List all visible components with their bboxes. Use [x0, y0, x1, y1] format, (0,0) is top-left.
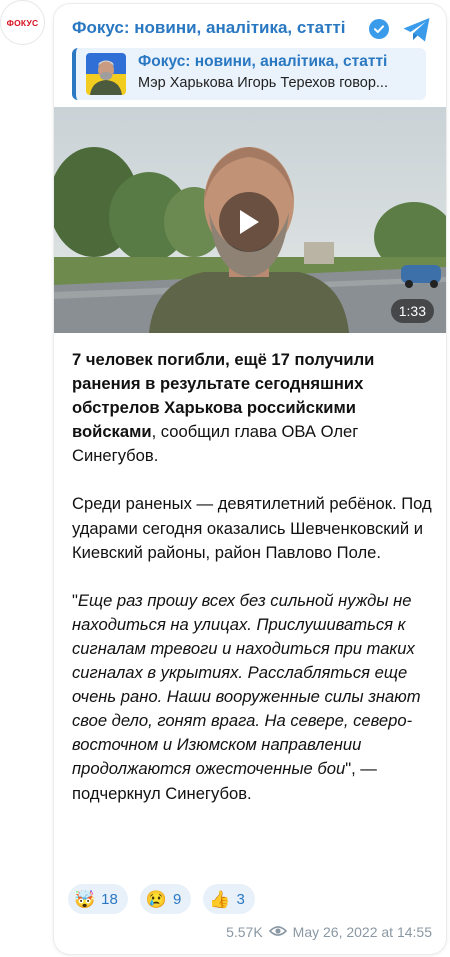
play-icon[interactable] [219, 192, 279, 252]
reaction-count: 3 [236, 890, 245, 908]
reaction-exploding-head[interactable]: 🤯 18 [68, 884, 128, 914]
reaction-count: 9 [173, 890, 182, 908]
message-paragraph-1: 7 человек погибли, ещё 17 получили ранен… [72, 348, 436, 468]
reply-text: Мэр Харькова Игорь Терехов говор... [138, 75, 388, 91]
thumbs-up-icon: 👍 [209, 889, 231, 909]
reply-title: Фокус: новини, аналітика, статті [138, 53, 388, 70]
view-count: 5.57K [226, 924, 263, 940]
message-quote: "Еще раз прошу всех без сильной нужды не… [72, 589, 436, 806]
verified-checkmark-icon [369, 19, 389, 39]
reaction-crying[interactable]: 😢 9 [139, 884, 192, 914]
message-paragraph-2: Среди раненых — девятилетний ребёнок. По… [72, 494, 432, 562]
telegram-icon[interactable] [402, 16, 432, 44]
message-header: Фокус: новини, аналітика, статті [72, 16, 432, 46]
message-meta: 5.57K May 26, 2022 at 14:55 [226, 922, 432, 942]
exploding-head-icon: 🤯 [74, 889, 96, 909]
crying-face-icon: 😢 [145, 889, 168, 909]
quote-text: Еще раз прошу всех без сильной нужды не … [72, 590, 421, 779]
reaction-count: 18 [101, 890, 118, 908]
reply-preview[interactable]: Фокус: новини, аналітика, статті Мэр Хар… [72, 48, 426, 100]
reply-thumbnail [86, 53, 126, 95]
channel-name[interactable]: Фокус: новини, аналітика, статті [72, 18, 346, 38]
channel-logo-text: ФОКУС [6, 17, 39, 28]
eye-icon [268, 924, 287, 940]
message-bubble: Фокус: новини, аналітика, статті Фокус: … [54, 4, 446, 954]
reactions-bar: 🤯 18 😢 9 👍 3 [68, 884, 255, 914]
message-date: May 26, 2022 at 14:55 [292, 924, 432, 940]
video-player[interactable]: 1:33 [54, 107, 446, 333]
reaction-thumbs-up[interactable]: 👍 3 [203, 884, 255, 914]
message-text: 7 человек погибли, ещё 17 получили ранен… [72, 348, 436, 830]
channel-avatar[interactable]: ФОКУС [0, 0, 45, 45]
video-duration: 1:33 [390, 299, 434, 323]
